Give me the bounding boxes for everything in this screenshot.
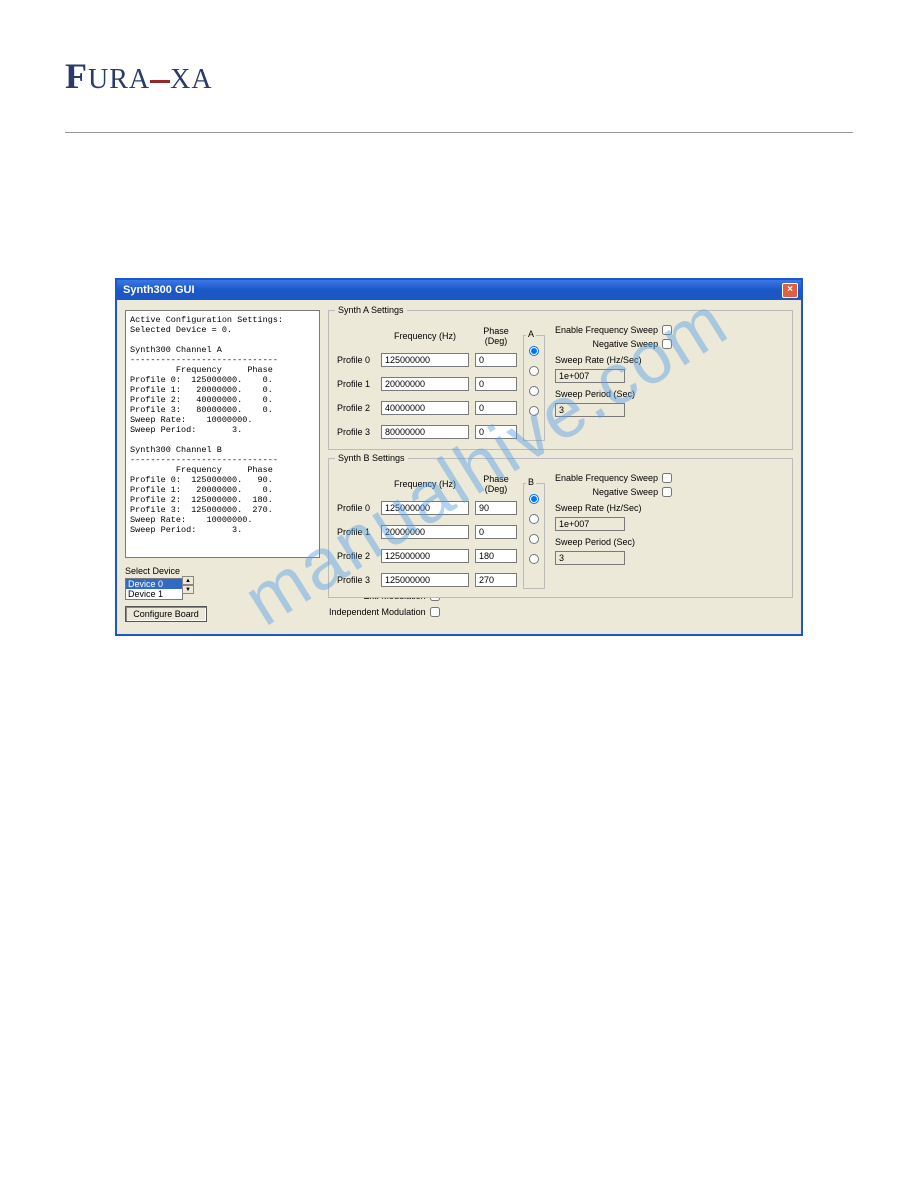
synth-a-profiles: Frequency (Hz) Phase (Deg) Profile 0 Pro…: [337, 327, 517, 441]
profile-label: Profile 0: [337, 355, 375, 365]
freq-header-a: Frequency (Hz): [381, 331, 469, 341]
synth-b-radio-group: B: [523, 483, 545, 589]
synth-a-legend: Synth A Settings: [335, 305, 407, 315]
right-panel: Synth A Settings Frequency (Hz) Phase (D…: [328, 310, 793, 622]
furaxa-logo: FURAXA: [65, 55, 213, 97]
enable-sweep-label-a: Enable Frequency Sweep: [555, 325, 658, 335]
client-area: Active Configuration Settings: Selected …: [117, 300, 801, 634]
synth-b-profiles: Frequency (Hz) Phase (Deg) Profile 0 Pro…: [337, 475, 517, 589]
synth-a-sweep: Enable Frequency Sweep Negative Sweep Sw…: [555, 325, 672, 441]
phase-header-b: Phase (Deg): [475, 474, 517, 494]
synth-b-radio-0[interactable]: [529, 494, 539, 504]
synth-b-p3-freq[interactable]: [381, 573, 469, 587]
device-option-1[interactable]: Device 1: [126, 589, 182, 599]
neg-sweep-label-b: Negative Sweep: [593, 487, 659, 497]
synth-a-radio-2[interactable]: [529, 386, 539, 396]
synth-a-group: Synth A Settings Frequency (Hz) Phase (D…: [328, 310, 793, 450]
synth-b-radio-1[interactable]: [529, 514, 539, 524]
synth-b-p2-phase[interactable]: [475, 549, 517, 563]
synth-b-sweep: Enable Frequency Sweep Negative Sweep Sw…: [555, 473, 672, 589]
profile-label: Profile 2: [337, 551, 375, 561]
synth-a-p0-phase[interactable]: [475, 353, 517, 367]
synth-b-enable-sweep[interactable]: [662, 473, 672, 483]
synth-b-p0-freq[interactable]: [381, 501, 469, 515]
device-option-0[interactable]: Device 0: [126, 579, 182, 589]
synth-b-negative-sweep[interactable]: [662, 487, 672, 497]
synth-a-radio-3[interactable]: [529, 406, 539, 416]
profile-label: Profile 1: [337, 379, 375, 389]
synth-b-radio-3[interactable]: [529, 554, 539, 564]
sweep-rate-label-a: Sweep Rate (Hz/Sec): [555, 355, 672, 365]
independent-modulation-checkbox[interactable]: [430, 607, 440, 617]
synth-b-radio-2[interactable]: [529, 534, 539, 544]
neg-sweep-label-a: Negative Sweep: [593, 339, 659, 349]
sweep-period-label-a: Sweep Period (Sec): [555, 389, 672, 399]
synth-b-group: Synth B Settings Frequency (Hz) Phase (D…: [328, 458, 793, 598]
enable-sweep-label-b: Enable Frequency Sweep: [555, 473, 658, 483]
independent-modulation-label: Independent Modulation: [329, 607, 426, 617]
phase-header-a: Phase (Deg): [475, 326, 517, 346]
freq-header-b: Frequency (Hz): [381, 479, 469, 489]
synth-b-p2-freq[interactable]: [381, 549, 469, 563]
synth-a-p3-freq[interactable]: [381, 425, 469, 439]
configure-board-button[interactable]: Configure Board: [125, 606, 207, 622]
synth-b-p1-freq[interactable]: [381, 525, 469, 539]
left-panel: Active Configuration Settings: Selected …: [125, 310, 320, 622]
synth-a-sweep-rate[interactable]: 1e+007: [555, 369, 625, 383]
synth-b-p0-phase[interactable]: [475, 501, 517, 515]
synth-b-p1-phase[interactable]: [475, 525, 517, 539]
config-textbox[interactable]: Active Configuration Settings: Selected …: [125, 310, 320, 558]
synth-a-p2-phase[interactable]: [475, 401, 517, 415]
synth-b-sweep-period[interactable]: 3: [555, 551, 625, 565]
synth-a-p2-freq[interactable]: [381, 401, 469, 415]
synth-a-radio-group: A: [523, 335, 545, 441]
synth-a-radio-0[interactable]: [529, 346, 539, 356]
synth-b-sweep-rate[interactable]: 1e+007: [555, 517, 625, 531]
sweep-rate-label-b: Sweep Rate (Hz/Sec): [555, 503, 672, 513]
profile-label: Profile 3: [337, 427, 375, 437]
device-spin-down[interactable]: ▼: [182, 585, 194, 594]
select-device-label: Select Device: [125, 566, 320, 576]
synth-a-negative-sweep[interactable]: [662, 339, 672, 349]
close-button[interactable]: ×: [782, 283, 798, 298]
profile-label: Profile 3: [337, 575, 375, 585]
radio-b-legend: B: [526, 477, 536, 487]
device-listbox[interactable]: Device 0 Device 1: [125, 578, 183, 600]
profile-label: Profile 0: [337, 503, 375, 513]
window-title: Synth300 GUI: [123, 284, 782, 296]
synth-a-enable-sweep[interactable]: [662, 325, 672, 335]
synth-a-p0-freq[interactable]: [381, 353, 469, 367]
synth-a-radio-1[interactable]: [529, 366, 539, 376]
synth-a-p3-phase[interactable]: [475, 425, 517, 439]
radio-a-legend: A: [526, 329, 536, 339]
page-header: FURAXA: [65, 55, 853, 133]
synth-b-legend: Synth B Settings: [335, 453, 408, 463]
synth-a-p1-freq[interactable]: [381, 377, 469, 391]
profile-label: Profile 2: [337, 403, 375, 413]
synth-a-p1-phase[interactable]: [475, 377, 517, 391]
device-spinner[interactable]: ▲ ▼: [182, 576, 194, 600]
synth-b-p3-phase[interactable]: [475, 573, 517, 587]
app-window: Synth300 GUI × Active Configuration Sett…: [115, 278, 803, 636]
titlebar: Synth300 GUI ×: [117, 280, 801, 300]
sweep-period-label-b: Sweep Period (Sec): [555, 537, 672, 547]
profile-label: Profile 1: [337, 527, 375, 537]
device-spin-up[interactable]: ▲: [182, 576, 194, 585]
synth-a-sweep-period[interactable]: 3: [555, 403, 625, 417]
